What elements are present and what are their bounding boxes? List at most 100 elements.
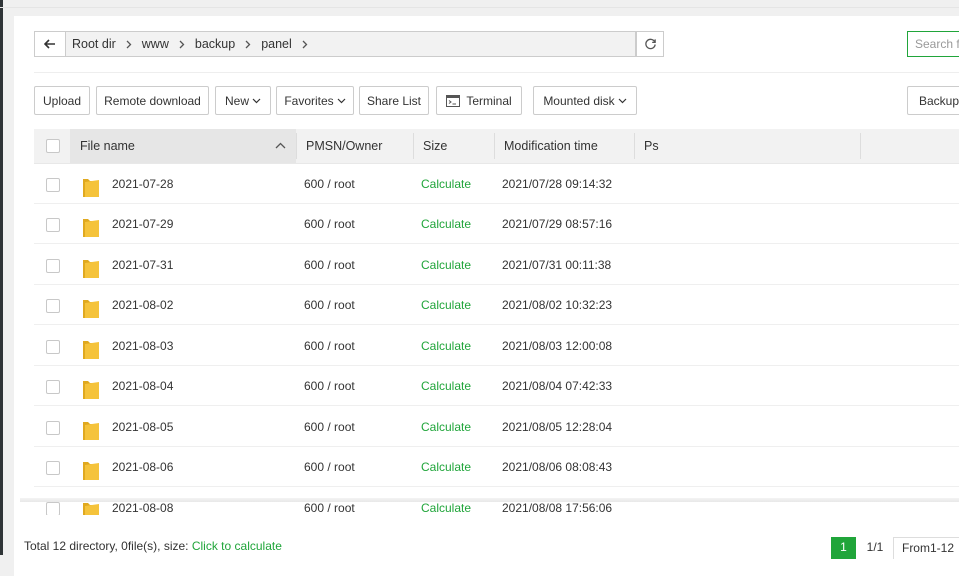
folder-icon [83,503,99,515]
row-owner[interactable]: 600 / root [304,204,355,244]
new-button[interactable]: New [215,86,271,115]
refresh-button[interactable] [636,31,664,57]
share-list-button[interactable]: Share List [359,86,429,115]
table-row[interactable]: 2021-08-02 600 / root Calculate 2021/08/… [34,285,959,325]
row-mtime: 2021/08/05 12:28:04 [502,420,613,434]
upload-button[interactable]: Upload [34,86,90,115]
row-checkbox[interactable] [46,340,60,354]
row-owner[interactable]: 600 / root [304,447,355,487]
page-current[interactable]: 1 [831,537,856,559]
favorites-button[interactable]: Favorites [276,86,354,115]
row-checkbox[interactable] [46,299,60,313]
table-row[interactable]: 2021-08-04 600 / root Calculate 2021/08/… [34,366,959,406]
row-size-calculate[interactable]: Calculate [421,447,471,487]
top-divider [0,7,959,8]
row-checkbox[interactable] [46,502,60,515]
table-row[interactable]: 2021-08-03 600 / root Calculate 2021/08/… [34,326,959,366]
row-name[interactable]: 2021-08-06 [112,447,173,487]
row-size-calculate[interactable]: Calculate [421,285,471,325]
header-owner[interactable]: PMSN/Owner [306,129,382,163]
search-input[interactable]: Search fi [907,31,959,57]
row-size-calculate[interactable]: Calculate [421,366,471,406]
folder-icon [83,300,99,318]
terminal-button[interactable]: Terminal [436,86,522,115]
row-name[interactable]: 2021-07-29 [112,204,173,244]
refresh-icon [644,38,656,49]
row-size-calculate[interactable]: Calculate [421,326,471,366]
favorites-label: Favorites [284,93,334,108]
row-name[interactable]: 2021-08-02 [112,285,173,325]
row-name[interactable]: 2021-07-28 [112,164,173,204]
table-row[interactable]: 2021-07-28 600 / root Calculate 2021/07/… [34,164,959,204]
row-checkbox[interactable] [46,461,60,475]
table-header: File name PMSN/Owner Size Modification t… [34,129,959,164]
row-owner[interactable]: 600 / root [304,366,355,406]
row-checkbox[interactable] [46,259,60,273]
left-sidebar-edge [0,0,3,555]
row-owner[interactable]: 600 / root [304,245,355,285]
row-owner[interactable]: 600 / root [304,164,355,204]
table-row[interactable]: 2021-07-31 600 / root Calculate 2021/07/… [34,245,959,285]
select-all-checkbox[interactable] [46,139,60,153]
path-bar: Root dir www backup panel [34,31,664,57]
terminal-label: Terminal [466,93,512,108]
page-range: From1-12 [893,537,959,559]
row-mtime: 2021/07/31 00:11:38 [502,258,612,272]
row-size-calculate[interactable]: Calculate [421,245,471,285]
row-mtime: 2021/07/29 08:57:16 [502,217,613,231]
table-row[interactable]: 2021-08-06 600 / root Calculate 2021/08/… [34,447,959,487]
row-size-calculate[interactable]: Calculate [421,204,471,244]
remote-download-button[interactable]: Remote download [96,86,209,115]
table-row[interactable]: 2021-08-05 600 / root Calculate 2021/08/… [34,407,959,447]
upload-label: Upload [42,93,82,108]
footer-summary: Total 12 directory, 0file(s), size: Clic… [24,539,282,553]
row-name[interactable]: 2021-08-04 [112,366,173,406]
row-name[interactable]: 2021-08-03 [112,326,173,366]
breadcrumb-root[interactable]: Root dir [72,37,116,51]
file-list: 2021-07-28 600 / root Calculate 2021/07/… [34,164,959,515]
column-separator [494,133,495,159]
mounted-disk-button[interactable]: Mounted disk [533,86,637,115]
breadcrumb-panel[interactable]: panel [261,37,292,51]
backup-button[interactable]: Backup [907,86,959,115]
row-size-calculate[interactable]: Calculate [421,407,471,447]
footer-summary-text: Total 12 directory, 0file(s), size: [24,539,192,553]
row-owner[interactable]: 600 / root [304,326,355,366]
calculate-size-link[interactable]: Click to calculate [192,539,282,553]
header-mtime[interactable]: Modification time [504,129,598,163]
row-mtime: 2021/08/04 07:42:33 [502,379,613,393]
folder-icon [83,260,99,278]
chevron-right-icon [126,40,132,49]
arrow-left-icon [44,39,55,49]
row-owner[interactable]: 600 / root [304,407,355,447]
chevron-up-icon[interactable] [275,142,286,149]
row-checkbox[interactable] [46,421,60,435]
header-file-name[interactable]: File name [80,129,135,163]
row-checkbox[interactable] [46,178,60,192]
chevron-right-icon [302,40,308,49]
page-count: 1/1 [866,540,884,554]
terminal-icon [446,94,461,107]
breadcrumb-backup[interactable]: backup [195,37,235,51]
back-button[interactable] [34,31,66,57]
row-mtime: 2021/08/02 10:32:23 [502,298,613,312]
breadcrumb[interactable]: Root dir www backup panel [66,31,636,57]
row-checkbox[interactable] [46,218,60,232]
column-separator [634,133,635,159]
row-size-calculate[interactable]: Calculate [421,164,471,204]
new-label: New [224,93,249,108]
folder-icon [83,422,99,440]
chevron-right-icon [245,40,251,49]
row-name[interactable]: 2021-07-31 [112,245,173,285]
folder-icon [83,179,99,197]
folder-icon [83,219,99,237]
header-size[interactable]: Size [423,129,447,163]
share-list-label: Share List [366,93,422,108]
breadcrumb-www[interactable]: www [142,37,169,51]
row-name[interactable]: 2021-08-05 [112,407,173,447]
table-row[interactable]: 2021-07-29 600 / root Calculate 2021/07/… [34,204,959,244]
row-checkbox[interactable] [46,380,60,394]
row-owner[interactable]: 600 / root [304,285,355,325]
row-mtime: 2021/08/06 08:08:43 [502,460,613,474]
column-separator [860,133,861,159]
